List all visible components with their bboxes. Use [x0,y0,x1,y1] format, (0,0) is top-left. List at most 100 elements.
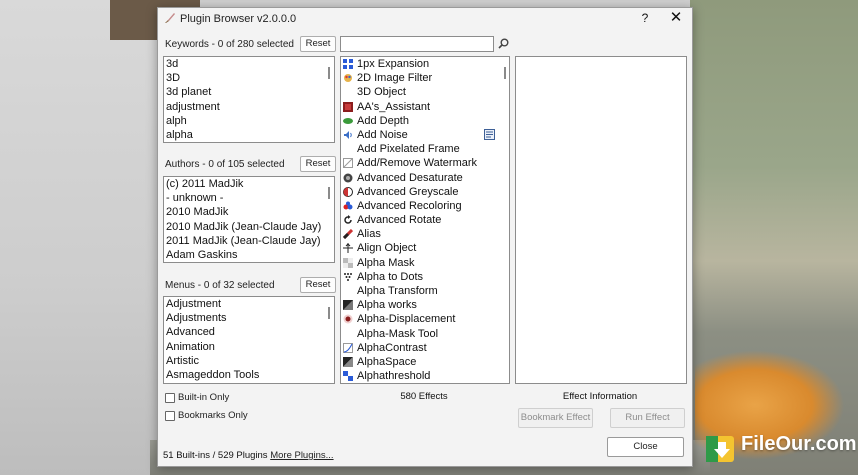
status-text: 51 Built-ins / 529 Plugins [163,450,268,461]
menu-list-item[interactable]: Artistic [164,354,334,368]
effect-label: Align Object [357,242,417,255]
author-list-item[interactable]: 2010 MadJik [164,205,334,219]
authors-list[interactable]: (c) 2011 MadJik - unknown -2010 MadJik 201… [163,176,335,263]
effect-list-item[interactable]: AA's_Assistant [341,100,509,114]
keywords-reset-button[interactable]: Reset [300,36,336,52]
effect-list-item[interactable]: 3D Object [341,85,509,99]
keyword-list-item[interactable]: adjustment [164,100,334,114]
status-bar: 51 Built-ins / 529 Plugins More Plugins.… [163,450,334,461]
effect-list-item[interactable]: 1px Expansion [341,57,509,71]
keywords-scrollbar[interactable] [328,67,330,79]
effect-label: Add Pixelated Frame [357,143,460,156]
effect-label: 2D Image Filter [357,72,433,85]
dots-icon [344,272,352,281]
effect-label: Alpha to Dots [357,270,424,283]
effect-list-item[interactable]: Alpha-Displacement [341,312,509,326]
effect-info-panel [515,56,687,384]
effect-list-item[interactable]: Align Object [341,241,509,255]
keyword-list-item[interactable]: 3D [164,71,334,85]
keyword-list-item[interactable]: 3d [164,57,334,71]
green-disc-icon [343,117,353,124]
effect-list-item[interactable]: Alpha Transform [341,284,509,298]
search-input[interactable] [340,36,494,52]
menu-list-item[interactable]: Adjustment [164,297,334,311]
menu-list-item[interactable]: Advanced [164,325,334,339]
bookmarks-only-label: Bookmarks Only [178,410,248,421]
effect-label: Add/Remove Watermark [357,157,478,170]
diagonal-icon [343,229,353,240]
author-list-item[interactable]: - unknown - [164,191,334,205]
effect-list-item[interactable]: Alpha Mask [341,256,509,270]
keyword-list-item[interactable]: 3d planet [164,85,334,99]
bookmark-doc-icon[interactable] [484,129,495,140]
background-left [0,0,160,475]
menus-list[interactable]: Adjustment Adjustments Advanced Animation Ar… [163,296,335,384]
effect-label: Alpha Mask [357,256,415,269]
keywords-list[interactable]: 3d 3D 3d planet adjustment alph alpha [163,56,335,143]
effect-list-item[interactable]: Alpha to Dots [341,270,509,284]
menus-scrollbar[interactable] [328,307,330,319]
search-icon[interactable] [498,38,509,49]
effect-label: Alphathreshold [357,370,431,383]
effects-list[interactable]: 1px Expansion 2D Image Filter 3D Object AA'… [340,56,510,384]
effect-list-item[interactable]: Advanced Desaturate [341,171,509,185]
effect-list-item[interactable]: 2D Image Filter [341,71,509,85]
effect-list-item[interactable]: Alpha-Mask Tool [341,327,509,341]
effect-label: Advanced Recoloring [357,199,462,212]
effect-list-item[interactable]: Alias [341,227,509,241]
effect-list-item[interactable]: Add Depth [341,114,509,128]
effect-list-item[interactable]: Advanced Recoloring [341,199,509,213]
run-effect-button[interactable]: Run Effect [610,408,685,428]
effect-label: Alpha Transform [357,285,438,297]
menus-label: Menus - 0 of 32 selected [165,280,275,291]
effect-label: Alpha-Displacement [357,313,456,326]
author-list-item[interactable]: 2010 MadJik (Jean-Claude Jay) [164,220,334,234]
author-list-item[interactable]: (c) 2011 MadJik [164,177,334,191]
close-button[interactable]: Close [607,437,684,457]
speaker-icon [344,130,352,139]
authors-reset-button[interactable]: Reset [300,156,336,172]
plugin-browser-window: Plugin Browser v2.0.0.0 ? ✕ Keywords - 0… [157,7,693,467]
halfcircle-icon [343,186,353,197]
effect-list-item[interactable]: AlphaSpace [341,355,509,369]
effect-label: Alpha-Mask Tool [357,327,439,340]
more-plugins-link[interactable]: More Plugins... [270,450,333,461]
bookmark-effect-button[interactable]: Bookmark Effect [518,408,593,428]
keyword-list-item[interactable]: alph [164,114,334,128]
bookmarks-only-checkbox[interactable] [165,411,175,421]
menu-list-item[interactable]: Asmageddon Tools [164,368,334,382]
effect-list-item[interactable]: Add/Remove Watermark [341,156,509,170]
effect-label: 3D Object [357,86,406,99]
watermark-text: FileOur.com [741,433,857,455]
effect-label: AlphaContrast [357,341,427,354]
menu-list-item[interactable]: Adjustments [164,311,334,325]
window-close-button[interactable]: ✕ [668,9,684,27]
effect-list-item[interactable]: Advanced Greyscale [341,185,509,199]
help-button[interactable]: ? [640,11,650,26]
rgb-dots-icon [343,201,353,210]
effect-label: AA's_Assistant [357,100,431,113]
effect-list-item[interactable]: Add Pixelated Frame [341,142,509,156]
menu-list-item[interactable]: Animation [164,340,334,354]
effect-list-item[interactable]: Alphathreshold [341,369,509,383]
author-list-item[interactable]: Adam Gaskins [164,248,334,262]
checker-icon [343,257,353,268]
effect-list-item[interactable]: AlphaContrast [341,341,509,355]
author-list-item[interactable]: 2011 MadJik (Jean-Claude Jay) [164,234,334,248]
effect-label: AlphaSpace [357,355,417,368]
keyword-list-item[interactable]: alpha [164,128,334,142]
effects-scrollbar[interactable] [504,67,506,79]
effect-list-item[interactable]: Advanced Rotate [341,213,509,227]
authors-scrollbar[interactable] [328,187,330,199]
effect-label: Alias [357,228,381,241]
effect-label: Add Noise [357,128,408,141]
effect-label: 1px Expansion [357,58,430,70]
builtin-only-checkbox[interactable] [165,393,175,403]
menus-reset-button[interactable]: Reset [300,277,336,293]
paint-brush-icon [165,13,175,23]
paint-icon [344,74,352,83]
title-bar[interactable]: Plugin Browser v2.0.0.0 ? ✕ [158,8,692,30]
blur-dot-icon [343,314,353,324]
keywords-label: Keywords - 0 of 280 selected [165,39,294,50]
effect-list-item[interactable]: Alpha works [341,298,509,312]
